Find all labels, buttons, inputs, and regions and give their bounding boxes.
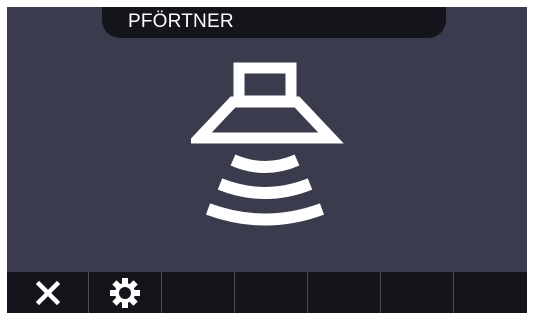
intercom-screen: PFÖRTNER [7, 7, 527, 313]
bottom-toolbar [7, 272, 527, 313]
settings-button[interactable] [89, 272, 162, 313]
doorkeeper-speaker-icon [191, 62, 344, 226]
page-title: PFÖRTNER [128, 11, 234, 32]
toolbar-slot-7[interactable] [454, 272, 527, 313]
close-button[interactable] [7, 272, 89, 313]
toolbar-slot-6[interactable] [381, 272, 454, 313]
toolbar-slot-5[interactable] [308, 272, 381, 313]
close-icon [35, 280, 60, 305]
gear-icon [110, 277, 140, 308]
toolbar-slot-4[interactable] [235, 272, 308, 313]
toolbar-slot-3[interactable] [162, 272, 235, 313]
title-tab: PFÖRTNER [102, 7, 446, 38]
